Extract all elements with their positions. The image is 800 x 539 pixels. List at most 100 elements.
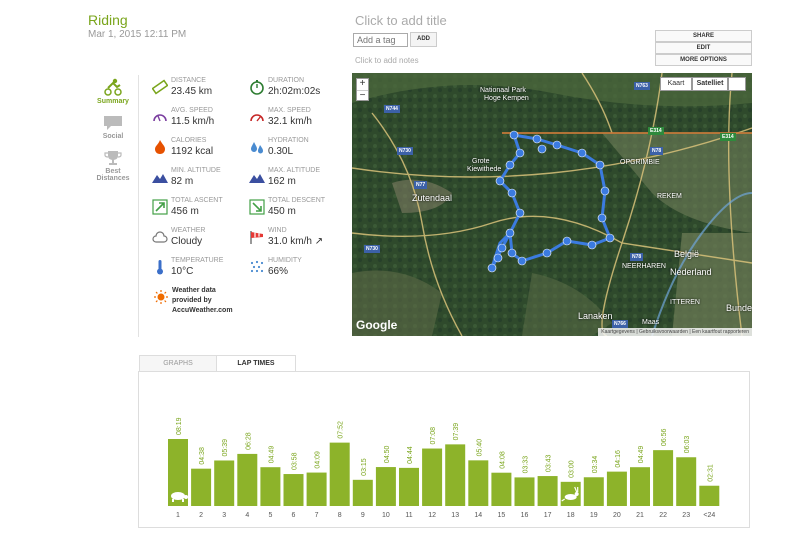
nav-best-distances[interactable]: Best Distances bbox=[89, 150, 137, 182]
lap-number-label: 23 bbox=[682, 512, 690, 519]
lap-time-label: 03:43 bbox=[546, 454, 553, 472]
nav-social[interactable]: Social bbox=[89, 115, 137, 140]
trophy-icon bbox=[104, 151, 122, 165]
lap-number-label: 7 bbox=[315, 512, 319, 519]
water-drops-icon bbox=[251, 142, 263, 154]
share-button[interactable]: SHARE bbox=[655, 30, 752, 42]
lap-bar-12[interactable] bbox=[422, 448, 443, 506]
ruler-icon bbox=[152, 79, 168, 95]
lap-bar-19[interactable] bbox=[583, 477, 604, 506]
windsock-icon bbox=[250, 231, 263, 244]
route-track bbox=[487, 130, 615, 273]
lap-number-label: 19 bbox=[590, 512, 598, 519]
add-tag-button[interactable]: ADD bbox=[410, 32, 437, 47]
lap-bar-<24[interactable] bbox=[699, 485, 720, 506]
map-label-nederland: Nederland bbox=[670, 267, 712, 277]
zoom-out-button[interactable]: − bbox=[357, 90, 368, 101]
thermometer-icon bbox=[157, 260, 163, 275]
lap-time-label: 04:16 bbox=[615, 450, 622, 468]
lap-bar-21[interactable] bbox=[630, 467, 650, 506]
add-title-link[interactable]: Click to add title bbox=[355, 13, 447, 28]
lap-number-label: 13 bbox=[451, 512, 459, 519]
tab-graphs[interactable]: GRAPHS bbox=[139, 355, 217, 371]
google-logo: Google bbox=[356, 318, 398, 332]
map-fullscreen-button[interactable] bbox=[728, 77, 746, 91]
lap-time-label: 04:49 bbox=[638, 446, 645, 464]
arrow-down-right-icon bbox=[249, 199, 265, 215]
lap-bar-17[interactable] bbox=[537, 476, 558, 506]
map-data-link[interactable]: Kaartgegevens bbox=[601, 329, 635, 335]
tag-input[interactable] bbox=[353, 33, 408, 47]
add-notes-link[interactable]: Click to add notes bbox=[355, 56, 419, 65]
lap-number-label: 16 bbox=[521, 512, 529, 519]
mountain-peak-icon bbox=[249, 174, 265, 183]
lap-time-label: 08:19 bbox=[176, 417, 183, 435]
sun-icon bbox=[154, 290, 168, 304]
flame-icon bbox=[155, 140, 165, 154]
nav-best-label-1: Best bbox=[105, 168, 121, 175]
map-terms-link[interactable]: Gebruiksvoorwaarden bbox=[639, 329, 688, 335]
lap-time-label: 07:52 bbox=[338, 421, 345, 439]
road-n78-south: N78 bbox=[630, 253, 644, 261]
lap-number-label: 22 bbox=[659, 512, 667, 519]
zoom-in-button[interactable]: + bbox=[357, 79, 368, 90]
map-label-itteren: ITTEREN bbox=[670, 299, 700, 306]
road-n744: N744 bbox=[384, 105, 400, 113]
lap-bar-16[interactable] bbox=[514, 477, 535, 506]
lap-bar-8[interactable] bbox=[329, 442, 350, 506]
map-type-satellite-button[interactable]: Satelliet bbox=[692, 77, 728, 91]
lap-number-label: 1 bbox=[176, 512, 180, 519]
mountain-icon bbox=[152, 174, 168, 183]
map-label-park: Nationaal Park bbox=[480, 87, 526, 94]
lap-bar-20[interactable] bbox=[606, 471, 627, 506]
lap-bar-9[interactable] bbox=[352, 479, 373, 506]
lap-number-label: 12 bbox=[428, 512, 436, 519]
lap-bar-14[interactable] bbox=[468, 460, 489, 506]
map-label-neerharen: NEERHAREN bbox=[622, 263, 666, 270]
edit-button[interactable]: EDIT bbox=[655, 42, 752, 54]
lap-bar-3[interactable] bbox=[214, 460, 235, 506]
lap-number-label: 14 bbox=[474, 512, 482, 519]
lap-bar-15[interactable] bbox=[491, 472, 512, 506]
lap-time-label: 04:09 bbox=[315, 451, 322, 469]
lap-bar-13[interactable] bbox=[445, 444, 466, 506]
nav-divider bbox=[138, 75, 139, 337]
lap-bar-7[interactable] bbox=[306, 472, 327, 506]
lap-bar-6[interactable] bbox=[283, 474, 304, 506]
accuweather-link[interactable]: AccuWeather.com bbox=[172, 306, 233, 316]
lap-bar-5[interactable] bbox=[260, 467, 281, 506]
map-type-map-button[interactable]: Kaart bbox=[660, 77, 692, 91]
map-label-opgrimbie: OPGRIMBIE bbox=[620, 159, 660, 166]
road-n730: N730 bbox=[397, 147, 413, 155]
nav-best-label-2: Distances bbox=[96, 175, 130, 182]
map-report-link[interactable]: Een kaartfout rapporteren bbox=[692, 329, 749, 335]
lap-bar-4[interactable] bbox=[237, 453, 258, 506]
lap-number-label: 8 bbox=[338, 512, 342, 519]
lap-bar-11[interactable] bbox=[399, 467, 419, 506]
lap-number-label: 21 bbox=[636, 512, 644, 519]
map-label-kiewithede: Kiewithede bbox=[467, 166, 502, 173]
lap-time-label: 03:58 bbox=[292, 452, 299, 470]
lap-bar-22[interactable] bbox=[653, 450, 674, 506]
lap-time-label: 05:40 bbox=[476, 439, 483, 457]
more-options-button[interactable]: MORE OPTIONS bbox=[655, 54, 752, 66]
lap-time-label: 04:50 bbox=[384, 445, 391, 463]
lap-times-chart: 08:19 1 04:38 2 05:39 3 06:28 4 04:49 5 03:58 6 04:0… bbox=[168, 417, 720, 519]
tab-lap-times[interactable]: LAP TIMES bbox=[216, 355, 296, 372]
lap-time-label: 05:39 bbox=[222, 439, 229, 457]
speedometer-icon bbox=[153, 114, 167, 122]
lap-number-label: 5 bbox=[268, 512, 272, 519]
road-n730-south: N730 bbox=[364, 245, 380, 253]
activity-date: Mar 1, 2015 12:11 PM bbox=[88, 29, 187, 40]
road-n763: N763 bbox=[634, 82, 650, 90]
nav-summary[interactable]: Summary bbox=[89, 78, 137, 105]
lap-time-label: 04:38 bbox=[199, 447, 206, 465]
route-map[interactable]: Nationaal Park Hoge Kempen Zutendaal Gro… bbox=[352, 73, 752, 336]
lap-number-label: 4 bbox=[245, 512, 249, 519]
lap-bar-23[interactable] bbox=[676, 457, 697, 506]
lap-time-label: 04:44 bbox=[407, 446, 414, 464]
lap-number-label: 18 bbox=[567, 512, 575, 519]
lap-bar-10[interactable] bbox=[375, 467, 396, 506]
map-label-grote: Grote bbox=[472, 158, 490, 165]
lap-bar-2[interactable] bbox=[191, 468, 212, 506]
